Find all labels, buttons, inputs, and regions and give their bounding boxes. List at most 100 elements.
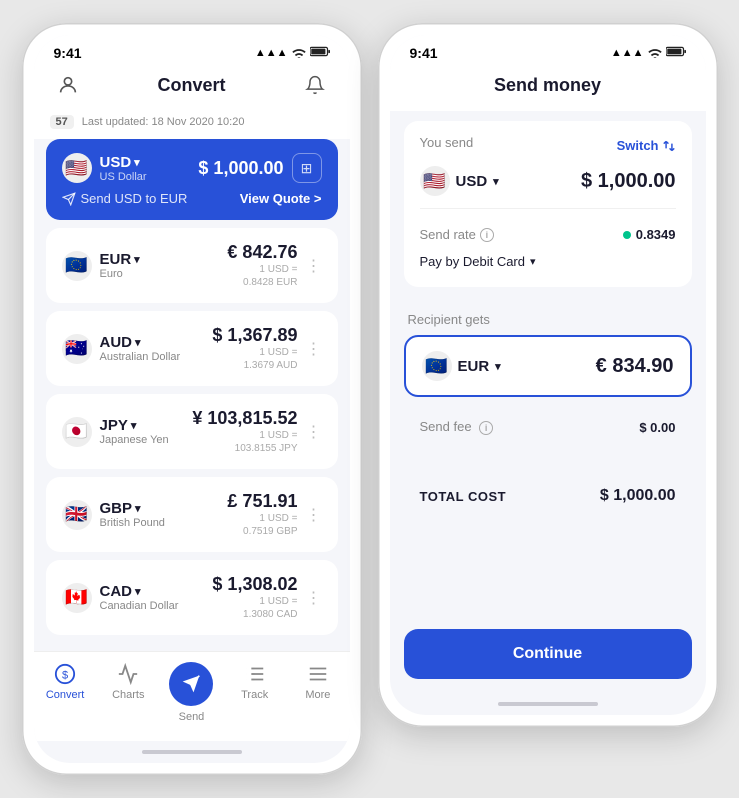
recipient-input-row: 🇪🇺 EUR ▾ € 834.90 xyxy=(422,351,674,381)
you-send-label: You send xyxy=(420,135,474,150)
app-title-left: Convert xyxy=(157,75,225,96)
currency-row-cad[interactable]: 🇨🇦 CAD ▾ Canadian Dollar $ 1,308.02 1 US… xyxy=(46,560,338,635)
gbp-left: 🇬🇧 GBP ▾ British Pound xyxy=(62,500,165,530)
left-phone: 9:41 ▲▲▲ Convert xyxy=(22,23,362,775)
cad-code: CAD ▾ xyxy=(100,583,179,600)
eur-flag: 🇪🇺 xyxy=(62,251,92,281)
usd-name: US Dollar xyxy=(100,171,147,183)
status-bar-right: 9:41 ▲▲▲ xyxy=(390,35,706,65)
eur-rate: 1 USD =0.8428 EUR xyxy=(227,263,297,289)
status-bar-left: 9:41 ▲▲▲ xyxy=(34,35,350,65)
send-fee-row: Send fee i $ 0.00 xyxy=(404,411,692,443)
usd-code: USD ▾ xyxy=(100,154,147,171)
usd-card[interactable]: 🇺🇸 USD ▾ US Dollar $ 1,000.00 xyxy=(46,139,338,220)
gbp-right: £ 751.91 1 USD =0.7519 GBP ⋮ xyxy=(227,491,321,538)
switch-button[interactable]: Switch xyxy=(617,138,676,153)
green-dot xyxy=(623,231,631,239)
total-label: TOTAL COST xyxy=(420,489,507,504)
continue-button[interactable]: Continue xyxy=(404,629,692,679)
update-text: Last updated: 18 Nov 2020 10:20 xyxy=(82,116,245,128)
aud-dots[interactable]: ⋮ xyxy=(306,339,322,359)
cad-dots[interactable]: ⋮ xyxy=(306,588,322,608)
signal-icon: ▲▲▲ xyxy=(255,47,288,59)
recipient-currency-chevron: ▾ xyxy=(495,360,501,373)
nav-more[interactable]: More xyxy=(290,662,346,723)
pay-method-label: Pay by Debit Card xyxy=(420,254,526,269)
bell-icon[interactable] xyxy=(301,71,329,99)
currency-list: 🇪🇺 EUR ▾ Euro € 842.76 1 USD =0.8428 EUR xyxy=(46,228,338,635)
time-right: 9:41 xyxy=(410,45,438,61)
nav-charts-label: Charts xyxy=(112,689,144,701)
eur-name: Euro xyxy=(100,268,140,280)
send-nav-button[interactable] xyxy=(169,662,213,706)
recipient-currency-selector[interactable]: 🇪🇺 EUR ▾ xyxy=(422,351,501,381)
battery-icon-right xyxy=(666,46,686,60)
cad-right: $ 1,308.02 1 USD =1.3080 CAD ⋮ xyxy=(212,574,321,621)
eur-right: € 842.76 1 USD =0.8428 EUR ⋮ xyxy=(227,242,321,289)
status-icons-right: ▲▲▲ xyxy=(611,46,686,61)
gbp-flag: 🇬🇧 xyxy=(62,500,92,530)
svg-text:$: $ xyxy=(62,670,68,682)
currency-row-jpy[interactable]: 🇯🇵 JPY ▾ Japanese Yen ¥ 103,815.52 1 USD… xyxy=(46,394,338,469)
jpy-left: 🇯🇵 JPY ▾ Japanese Yen xyxy=(62,417,169,447)
gbp-rate: 1 USD =0.7519 GBP xyxy=(227,512,297,538)
home-bar-left xyxy=(142,750,242,754)
gbp-dots[interactable]: ⋮ xyxy=(306,505,322,525)
view-quote[interactable]: View Quote > xyxy=(240,191,322,206)
eur-dots[interactable]: ⋮ xyxy=(306,256,322,276)
send-money-title: Send money xyxy=(494,75,601,96)
aud-amount: $ 1,367.89 xyxy=(212,325,297,346)
send-action-row: Send USD to EUR View Quote > xyxy=(62,191,322,206)
signal-icon-right: ▲▲▲ xyxy=(611,47,644,59)
usd-amount: $ 1,000.00 xyxy=(198,158,283,179)
home-indicator-left xyxy=(34,741,350,763)
nav-charts[interactable]: Charts xyxy=(100,662,156,723)
wifi-icon-right xyxy=(648,46,662,61)
currency-row-gbp[interactable]: 🇬🇧 GBP ▾ British Pound £ 751.91 1 USD =0… xyxy=(46,477,338,552)
nav-send[interactable]: Send xyxy=(163,662,219,723)
home-bar-right xyxy=(498,702,598,706)
scene: 9:41 ▲▲▲ Convert xyxy=(2,3,738,795)
jpy-dots[interactable]: ⋮ xyxy=(306,422,322,442)
usd-flag: 🇺🇸 xyxy=(62,153,92,183)
pay-method-chevron: ▾ xyxy=(530,255,536,268)
fee-info-icon[interactable]: i xyxy=(479,421,493,435)
profile-icon[interactable] xyxy=(54,71,82,99)
aud-left: 🇦🇺 AUD ▾ Australian Dollar xyxy=(62,334,181,364)
nav-convert-label: Convert xyxy=(46,689,85,701)
nav-track-label: Track xyxy=(241,689,268,701)
send-label: Send USD to EUR xyxy=(62,191,188,206)
send-fee-value: $ 0.00 xyxy=(639,420,675,435)
calc-icon[interactable]: ⊞ xyxy=(292,153,322,183)
main-content-left: 🇺🇸 USD ▾ US Dollar $ 1,000.00 xyxy=(34,139,350,643)
eur-left: 🇪🇺 EUR ▾ Euro xyxy=(62,251,140,281)
currency-row-eur[interactable]: 🇪🇺 EUR ▾ Euro € 842.76 1 USD =0.8428 EUR xyxy=(46,228,338,303)
wifi-icon xyxy=(292,46,306,61)
pay-method-row[interactable]: Pay by Debit Card ▾ xyxy=(420,250,676,273)
usd-top: 🇺🇸 USD ▾ US Dollar $ 1,000.00 xyxy=(62,153,322,183)
rate-info-icon[interactable]: i xyxy=(480,228,494,242)
right-phone-inner: 9:41 ▲▲▲ Send money xyxy=(390,35,706,715)
send-rate-label: Send rate i xyxy=(420,227,494,242)
send-rate-row: Send rate i 0.8349 xyxy=(420,219,676,250)
cad-name: Canadian Dollar xyxy=(100,600,179,612)
status-icons-left: ▲▲▲ xyxy=(255,46,330,61)
send-fee-label: Send fee i xyxy=(420,419,494,435)
left-phone-inner: 9:41 ▲▲▲ Convert xyxy=(34,35,350,763)
nav-convert[interactable]: $ Convert xyxy=(37,662,93,723)
you-send-input-row: 🇺🇸 USD ▾ $ 1,000.00 xyxy=(420,166,676,196)
aud-code: AUD ▾ xyxy=(100,334,181,351)
you-send-card: You send Switch 🇺🇸 USD ▾ xyxy=(404,121,692,287)
nav-more-label: More xyxy=(305,689,330,701)
recipient-flag: 🇪🇺 xyxy=(422,351,452,381)
cad-amount: $ 1,308.02 xyxy=(212,574,297,595)
currency-row-aud[interactable]: 🇦🇺 AUD ▾ Australian Dollar $ 1,367.89 1 … xyxy=(46,311,338,386)
aud-name: Australian Dollar xyxy=(100,351,181,363)
app-header-right: Send money xyxy=(390,65,706,111)
convert-icon: $ xyxy=(53,662,77,686)
eur-amount: € 842.76 xyxy=(227,242,297,263)
cad-rate: 1 USD =1.3080 CAD xyxy=(212,595,297,621)
nav-track[interactable]: Track xyxy=(227,662,283,723)
send-currency-selector[interactable]: 🇺🇸 USD ▾ xyxy=(420,166,499,196)
cad-flag: 🇨🇦 xyxy=(62,583,92,613)
